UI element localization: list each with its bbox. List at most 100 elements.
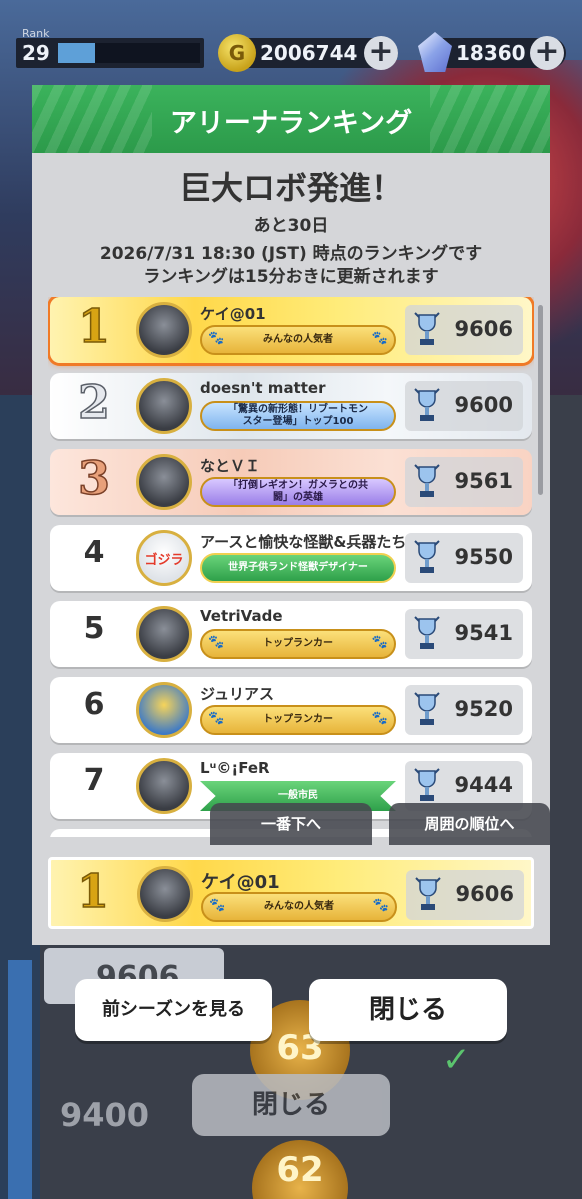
paw-icon: 🐾 — [208, 711, 225, 726]
background-badge-number: 62 — [276, 1150, 324, 1190]
background-close-button: 閉じる — [192, 1074, 390, 1136]
add-coins-button[interactable]: + — [364, 36, 398, 70]
avatar — [136, 682, 192, 738]
paw-icon: 🐾 — [208, 635, 225, 650]
player-name: ケイ@01 — [201, 872, 280, 893]
ranking-row[interactable]: 3 なとＶＩ 「打倒レギオン！ガメラとの共闘」の英雄 9561 — [50, 449, 532, 515]
avatar: ゴジラ — [136, 530, 192, 586]
score-value: 9541 — [454, 621, 513, 645]
rank-number: 1 — [77, 298, 111, 354]
player-title-badge: 🐾 トップランカー 🐾 — [200, 629, 396, 659]
player-name: なとＶＩ — [200, 457, 261, 475]
paw-icon: 🐾 — [208, 331, 225, 346]
score-value: 9606 — [454, 317, 513, 341]
ranking-list[interactable]: 1 ケイ@01 🐾 みんなの人気者 🐾 9606 2 doesn't matter 「驚異の新形… — [48, 297, 534, 837]
score-value: 9444 — [454, 773, 513, 797]
score-box: 9606 — [405, 305, 523, 355]
add-gems-button[interactable]: + — [530, 36, 564, 70]
avatar — [136, 454, 192, 510]
trophy-icon — [414, 768, 440, 801]
avatar — [136, 302, 192, 358]
jump-to-my-rank-button[interactable]: 周囲の順位へ — [389, 803, 550, 845]
trophy-icon — [414, 692, 440, 725]
score-box: 9606 — [406, 870, 524, 920]
avatar — [136, 758, 192, 814]
trophy-icon — [415, 877, 441, 910]
player-title: 一般市民 — [278, 790, 318, 801]
ranking-row[interactable]: 1 ケイ@01 🐾 みんなの人気者 🐾 9606 — [50, 297, 532, 363]
player-title: みんなの人気者 — [264, 901, 334, 912]
avatar — [136, 378, 192, 434]
player-name: アースと愉快な怪獣&兵器たち — [200, 533, 407, 551]
background-low-score: 9400 — [60, 1096, 150, 1134]
ranking-row[interactable]: 5 VetriVade 🐾 トップランカー 🐾 9541 — [50, 601, 532, 667]
paw-icon: 🐾 — [372, 898, 389, 913]
gem-value: 18360 — [456, 41, 526, 65]
score-value: 9550 — [454, 545, 513, 569]
player-title-badge: 「打倒レギオン！ガメラとの共闘」の英雄 — [200, 477, 396, 507]
trophy-icon — [414, 540, 440, 573]
rank-number: 6 — [83, 687, 105, 722]
score-box: 9520 — [405, 685, 523, 735]
player-title-badge: 「驚異の新形態！リブートモンスター登場」トップ100 — [200, 401, 396, 431]
player-title: みんなの人気者 — [263, 334, 333, 345]
top-hud: Rank 29 G 2006744 + 18360 + — [0, 0, 582, 80]
score-box: 9550 — [405, 533, 523, 583]
rank-number: 5 — [83, 611, 105, 646]
player-title: トップランカー — [263, 638, 333, 649]
avatar — [136, 606, 192, 662]
player-name: doesn't matter — [200, 379, 326, 397]
rank-number: 4 — [83, 535, 105, 570]
ranking-modal: アリーナランキング 巨大ロボ発進！ あと30日 2026/7/31 18:30 … — [32, 85, 550, 945]
score-value: 9606 — [455, 882, 514, 906]
background-progress-strip — [8, 960, 32, 1199]
rank-display: 29 — [16, 38, 204, 68]
avatar-logo-text: ゴジラ — [144, 553, 184, 568]
trophy-icon — [414, 464, 440, 497]
ranking-timestamp: 2026/7/31 18:30 (JST) 時点のランキングです — [99, 244, 483, 264]
ranking-row[interactable]: 6 ジュリアス 🐾 トップランカー 🐾 9520 — [50, 677, 532, 743]
player-name: ケイ@01 — [200, 305, 266, 323]
trophy-icon — [414, 312, 440, 345]
player-title: 「打倒レギオン！ガメラとの共闘」の英雄 — [228, 480, 368, 503]
rank-number: 3 — [77, 450, 111, 506]
rank-number: 7 — [83, 763, 105, 798]
paw-icon: 🐾 — [209, 898, 226, 913]
rank-number: 1 — [76, 863, 110, 919]
previous-season-button[interactable]: 前シーズンを見る — [75, 979, 272, 1041]
player-name: VetriVade — [200, 607, 283, 625]
player-name: Lᵘ©¡FeR — [200, 759, 270, 777]
event-name: 巨大ロボ発進！ — [178, 169, 403, 207]
scroll-to-bottom-button[interactable]: 一番下へ — [210, 803, 372, 845]
gem-icon — [418, 32, 452, 72]
paw-icon: 🐾 — [371, 711, 388, 726]
scrollbar[interactable] — [538, 305, 543, 495]
player-title-badge: 🐾 みんなの人気者 🐾 — [201, 892, 397, 922]
coin-icon: G — [218, 34, 256, 72]
modal-title: アリーナランキング — [169, 108, 413, 139]
trophy-icon — [414, 616, 440, 649]
player-name: ジュリアス — [200, 685, 274, 703]
ranking-row[interactable]: 2 doesn't matter 「驚異の新形態！リブートモンスター登場」トップ10… — [50, 373, 532, 439]
paw-icon: 🐾 — [371, 331, 388, 346]
modal-header: アリーナランキング — [32, 85, 550, 153]
my-rank-row: 1 ケイ@01 🐾 みんなの人気者 🐾 9606 — [48, 857, 534, 929]
rank-number: 2 — [77, 374, 111, 430]
score-box: 9561 — [405, 457, 523, 507]
rank-value: 29 — [22, 41, 50, 65]
close-button[interactable]: 閉じる — [309, 979, 507, 1041]
player-title: トップランカー — [263, 714, 333, 725]
score-value: 9600 — [454, 393, 513, 417]
player-title-badge: 🐾 みんなの人気者 🐾 — [200, 325, 396, 355]
update-note: ランキングは15分おきに更新されます — [143, 267, 439, 287]
score-box: 9600 — [405, 381, 523, 431]
trophy-icon — [414, 388, 440, 421]
score-box: 9541 — [405, 609, 523, 659]
ranking-row[interactable]: 4 ゴジラ アースと愉快な怪獣&兵器たち世界子供ランド怪獣デザイナー 9550 — [50, 525, 532, 591]
check-icon: ✓ — [442, 1040, 471, 1080]
paw-icon: 🐾 — [371, 635, 388, 650]
score-value: 9520 — [454, 697, 513, 721]
player-title-badge: 世界子供ランド怪獣デザイナー — [200, 553, 396, 583]
coin-value: 2006744 — [260, 41, 358, 65]
score-value: 9561 — [454, 469, 513, 493]
